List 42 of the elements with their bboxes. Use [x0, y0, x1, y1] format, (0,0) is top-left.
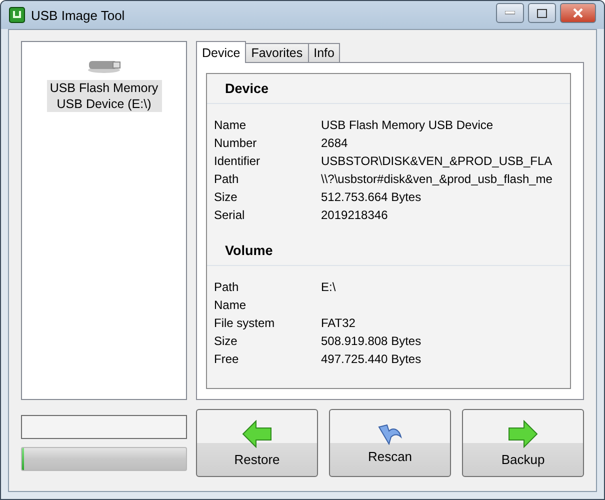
tab[interactable]: Device	[196, 41, 246, 63]
property-value: USB Flash Memory USB Device	[321, 118, 494, 132]
tab[interactable]: Favorites	[245, 43, 309, 63]
close-button[interactable]	[560, 3, 596, 23]
maximize-button[interactable]	[528, 3, 556, 23]
property-label: Free	[214, 352, 240, 366]
section-heading: Volume	[207, 240, 570, 266]
property-label: Identifier	[214, 154, 262, 168]
close-icon	[573, 8, 583, 18]
property-label: Size	[214, 334, 238, 348]
app-icon	[9, 7, 25, 23]
action-button[interactable]: Restore	[196, 409, 318, 477]
property-label: Serial	[214, 208, 246, 222]
property-value: \\?\usbstor#disk&ven_&prod_usb_flash_me	[321, 172, 554, 186]
property-value: USBSTOR\DISK&VEN_&PROD_USB_FLA	[321, 154, 554, 168]
property-value: E:\	[321, 280, 337, 294]
property-value: 508.919.808 Bytes	[321, 334, 422, 348]
curved-arrow-icon	[377, 422, 403, 444]
property-label: Size	[214, 190, 238, 204]
property-label: File system	[214, 316, 276, 330]
property-value: 2019218346	[321, 208, 389, 222]
left-arrow-icon	[242, 420, 272, 448]
minimize-button[interactable]	[496, 3, 524, 23]
property-label: Name	[214, 298, 248, 312]
property-label: Number	[214, 136, 258, 150]
device-item[interactable]: USB Flash Memory USB Device (E:\)	[46, 80, 162, 112]
property-label: Path	[214, 280, 240, 294]
property-value: 2684	[321, 136, 349, 150]
property-value: 497.725.440 Bytes	[321, 352, 422, 366]
minimize-icon	[505, 11, 515, 15]
property-label: Name	[214, 118, 248, 132]
action-button[interactable]: Backup	[462, 409, 584, 477]
property-label: Path	[214, 172, 240, 186]
property-value: 512.753.664 Bytes	[321, 190, 422, 204]
usb-drive-icon	[86, 58, 122, 74]
right-arrow-icon	[508, 420, 538, 448]
window-title: USB Image Tool	[31, 8, 125, 22]
maximize-icon	[537, 8, 547, 18]
tab[interactable]: Info	[308, 43, 340, 63]
action-button[interactable]: Rescan	[329, 409, 451, 477]
property-value: FAT32	[321, 316, 356, 330]
section-heading: Device	[207, 78, 570, 104]
